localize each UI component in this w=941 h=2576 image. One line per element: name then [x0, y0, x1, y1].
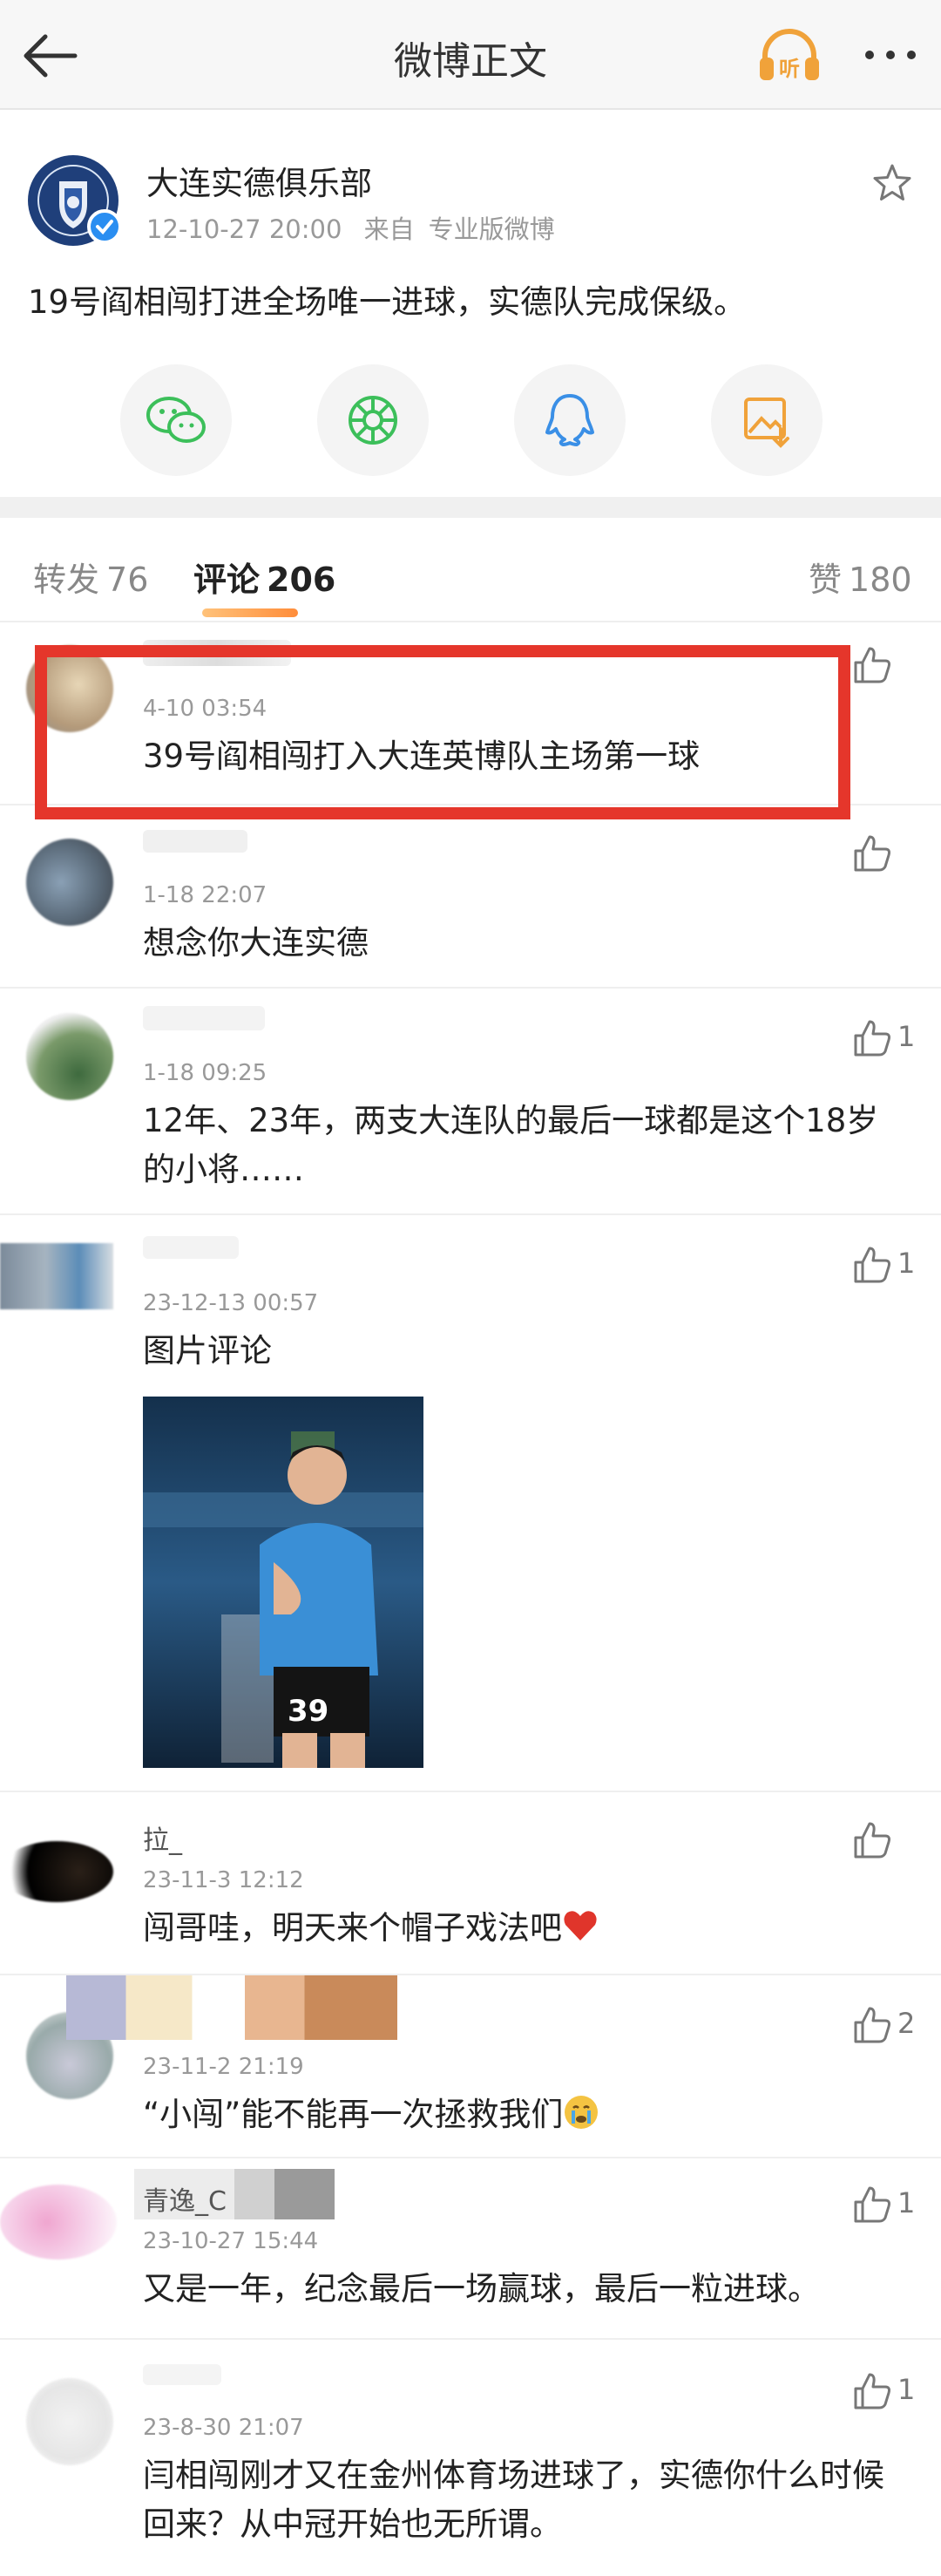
like-count: 1 [897, 2186, 916, 2219]
save-image-icon[interactable] [711, 364, 823, 476]
verified-badge-icon [87, 209, 122, 244]
section-divider [0, 497, 941, 518]
comment-item: 1-18 09:25 12年、23年，两支大连队的最后一球都是这个18岁的小将…… [0, 989, 941, 1215]
commenter-avatar[interactable] [0, 1243, 113, 1309]
post-text: 19号阎相闯打进全场唯一进球，实德队完成保级。 [28, 283, 747, 321]
tab-like-label: 赞 [809, 561, 843, 599]
comment-text: 12年、23年，两支大连队的最后一球都是这个18岁的小将…… [143, 1102, 879, 1188]
like-count: 2 [897, 2007, 916, 2040]
wechat-icon[interactable] [120, 364, 232, 476]
comment-item: 23-11-2 21:19 “小闯”能不能再一次拯救我们 2 [0, 1975, 941, 2158]
commenter-avatar[interactable] [26, 2378, 113, 2465]
comment-item: 23-8-30 21:07 闫相闯刚才又在金州体育场进球了，实德你什么时候回来？… [0, 2340, 941, 2576]
comment-item: 青逸_C 23-10-27 15:44 又是一年，纪念最后一场赢球，最后一粒进球… [0, 2158, 941, 2340]
share-row [0, 364, 941, 478]
thumbs-up-icon[interactable] [852, 1018, 892, 1058]
comment-text: 闫相闯刚才又在金州体育场进球了，实德你什么时候回来？从中冠开始也无所谓。 [143, 2457, 884, 2543]
moments-icon[interactable] [317, 364, 429, 476]
comment-time: 1-18 09:25 [143, 1060, 267, 1086]
tab-like[interactable]: 赞 180 [809, 553, 912, 601]
tab-bar: 转发 76 评论 206 赞 180 [0, 518, 941, 622]
commenter-avatar[interactable] [0, 1841, 113, 1902]
comment-item: 拉_ 23-11-3 12:12 闯哥哇，明天来个帽子戏法吧 [0, 1792, 941, 1975]
headphones-listen-icon[interactable]: 听 [758, 26, 821, 84]
commenter-name[interactable]: 青逸_C [134, 2169, 335, 2219]
commenter-name[interactable] [143, 830, 247, 853]
thumbs-up-icon[interactable] [852, 1245, 892, 1285]
comment-time: 1-18 22:07 [143, 882, 267, 908]
post-source: 专业版微博 [428, 214, 555, 244]
tab-repost-label: 转发 [33, 561, 100, 599]
commenter-name[interactable] [66, 1975, 397, 2040]
tab-comment[interactable]: 评论 206 [193, 553, 335, 601]
comment-photo[interactable]: 39 [143, 1397, 423, 1768]
comment-text-body: 闯哥哇，明天来个帽子戏法吧 [143, 1909, 562, 1947]
commenter-avatar[interactable] [26, 839, 113, 926]
post-card: 大连实德俱乐部 12-10-27 20:00 来自 专业版微博 19号阎相闯打进全… [0, 112, 941, 497]
commenter-name[interactable] [143, 1006, 265, 1030]
thumbs-up-icon[interactable] [852, 2371, 892, 2411]
star-icon[interactable] [871, 162, 913, 204]
listen-label: 听 [779, 57, 800, 81]
thumbs-up-icon[interactable] [852, 2185, 892, 2225]
like-count: 1 [897, 1247, 916, 1280]
thumbs-up-icon[interactable] [852, 833, 892, 873]
comment-text: 闯哥哇，明天来个帽子戏法吧 [143, 1904, 889, 1953]
like-count: 1 [897, 1020, 916, 1053]
commenter-name[interactable]: 拉_ [143, 1818, 182, 1857]
comment-time: 23-12-13 00:57 [143, 1290, 319, 1316]
comment-time: 23-10-27 15:44 [143, 2228, 319, 2254]
thumbs-up-icon[interactable] [852, 1820, 892, 1860]
comment-item: 1-18 22:07 想念你大连实德 [0, 805, 941, 989]
comment-time: 23-11-3 12:12 [143, 1867, 304, 1893]
comment-time: 23-11-2 21:19 [143, 2054, 304, 2080]
comment-text: 又是一年，纪念最后一场赢球，最后一粒进球。 [143, 2270, 820, 2308]
jersey-number: 39 [288, 1694, 328, 1729]
heart-emoji-icon [562, 1904, 599, 1953]
post-meta: 12-10-27 20:00 来自 专业版微博 [146, 209, 569, 246]
source-prefix: 来自 [363, 214, 415, 244]
comment-text: 图片评论 [143, 1332, 272, 1370]
tab-repost[interactable]: 转发 76 [33, 553, 148, 601]
tab-comment-label: 评论 [193, 561, 261, 599]
tab-indicator [202, 608, 298, 617]
tab-like-count: 180 [849, 561, 912, 599]
tab-comment-count: 206 [267, 561, 336, 599]
crying-emoji-icon [563, 2090, 599, 2139]
commenter-avatar[interactable] [0, 2185, 117, 2260]
comment-time: 23-8-30 21:07 [143, 2415, 304, 2441]
commenter-name[interactable] [143, 1236, 239, 1259]
like-count: 1 [897, 2373, 916, 2406]
highlight-box [35, 645, 850, 819]
comment-text: 想念你大连实德 [143, 924, 369, 962]
thumbs-up-icon[interactable] [852, 2005, 892, 2045]
comment-item: 23-12-13 00:57 图片评论 1 [0, 1215, 941, 1792]
nav-bar: 微博正文 听 [0, 0, 941, 110]
commenter-name[interactable] [143, 2364, 221, 2385]
commenter-avatar[interactable] [26, 1013, 113, 1100]
tab-repost-count: 76 [106, 561, 149, 599]
comment-text-body: “小闯”能不能再一次拯救我们 [143, 2096, 564, 2133]
thumbs-up-icon[interactable] [852, 645, 892, 685]
comment-text: “小闯”能不能再一次拯救我们 [143, 2090, 889, 2139]
author-name[interactable]: 大连实德俱乐部 [146, 157, 372, 204]
more-dots-icon[interactable] [861, 33, 920, 77]
qq-icon[interactable] [514, 364, 626, 476]
post-time: 12-10-27 20:00 [146, 214, 342, 244]
